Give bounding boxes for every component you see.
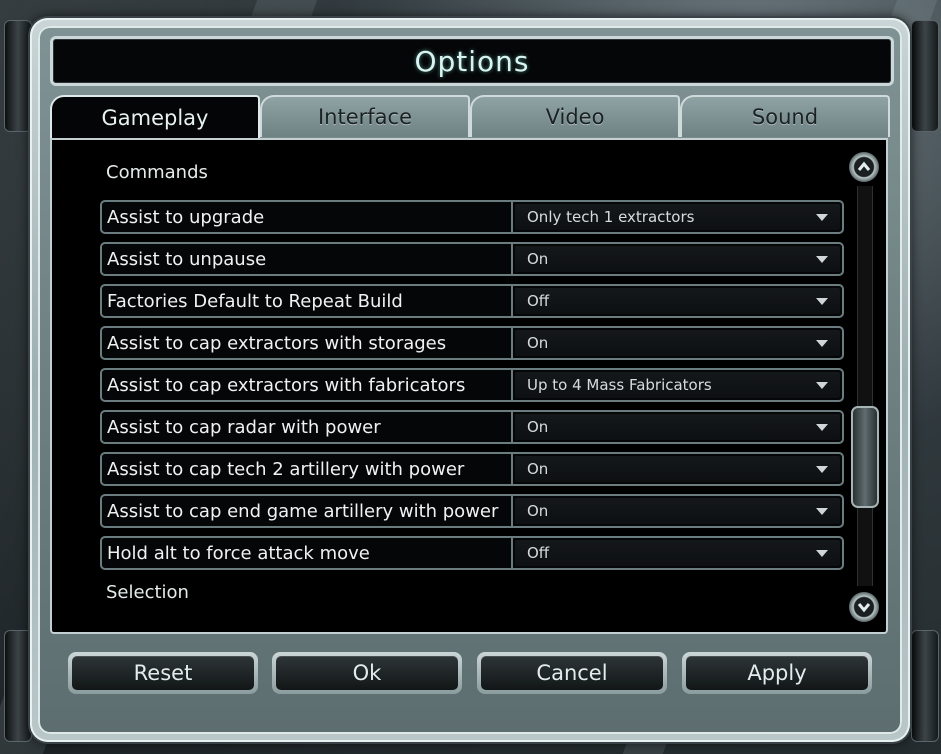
setting-row: Factories Default to Repeat Build Off <box>100 284 844 318</box>
dropdown-value: On <box>527 418 549 436</box>
setting-dropdown[interactable]: Off <box>515 288 840 314</box>
setting-row: Assist to unpause On <box>100 242 844 276</box>
cancel-button-label: Cancel <box>481 656 663 690</box>
caret-down-icon <box>816 381 828 389</box>
caret-down-icon <box>816 423 828 431</box>
setting-row: Assist to cap tech 2 artillery with powe… <box>100 452 844 486</box>
tab-video[interactable]: Video <box>470 95 680 137</box>
tab-bar: Gameplay Interface Video Sound <box>50 95 890 139</box>
setting-label: Assist to cap end game artillery with po… <box>102 496 513 526</box>
tab-sound[interactable]: Sound <box>680 95 890 137</box>
scroll-rail[interactable] <box>857 186 873 586</box>
dialog-footer: Reset Ok Cancel Apply <box>50 640 888 704</box>
setting-label: Assist to cap radar with power <box>102 412 513 442</box>
chevron-down-icon <box>857 603 871 613</box>
frame-bolt-left-top <box>4 20 32 132</box>
setting-label: Assist to cap extractors with storages <box>102 328 513 358</box>
chevron-up-icon <box>857 161 871 171</box>
setting-row: Hold alt to force attack move Off <box>100 536 844 570</box>
apply-button[interactable]: Apply <box>682 652 872 694</box>
dialog-title: Options <box>414 44 530 78</box>
caret-down-icon <box>816 213 828 221</box>
ok-button[interactable]: Ok <box>272 652 462 694</box>
caret-down-icon <box>816 465 828 473</box>
setting-row: Assist to cap radar with power On <box>100 410 844 444</box>
setting-dropdown[interactable]: Off <box>515 540 840 566</box>
setting-label: Hold alt to force attack move <box>102 538 513 568</box>
setting-dropdown[interactable]: On <box>515 246 840 272</box>
dropdown-value: On <box>527 460 549 478</box>
frame-bolt-right-top <box>911 20 939 132</box>
setting-row: Assist to cap extractors with storages O… <box>100 326 844 360</box>
setting-dropdown[interactable]: On <box>515 414 840 440</box>
apply-button-label: Apply <box>686 656 868 690</box>
caret-down-icon <box>816 255 828 263</box>
scroll-thumb[interactable] <box>851 406 879 508</box>
dropdown-value: On <box>527 334 549 352</box>
vertical-scrollbar[interactable] <box>848 152 880 622</box>
dropdown-value: Up to 4 Mass Fabricators <box>527 376 712 394</box>
dropdown-value: Off <box>527 292 550 310</box>
reset-button-label: Reset <box>72 656 254 690</box>
dropdown-value: Off <box>527 544 550 562</box>
setting-label: Assist to cap tech 2 artillery with powe… <box>102 454 513 484</box>
tab-interface[interactable]: Interface <box>260 95 470 137</box>
tab-gameplay[interactable]: Gameplay <box>50 95 260 139</box>
dropdown-value: On <box>527 502 549 520</box>
settings-panel: Commands Assist to upgrade Only tech 1 e… <box>50 138 888 634</box>
dropdown-value: Only tech 1 extractors <box>527 208 695 226</box>
setting-label: Assist to upgrade <box>102 202 513 232</box>
setting-dropdown[interactable]: On <box>515 456 840 482</box>
dropdown-value: On <box>527 250 549 268</box>
setting-label: Assist to cap extractors with fabricator… <box>102 370 513 400</box>
caret-down-icon <box>816 297 828 305</box>
caret-down-icon <box>816 339 828 347</box>
scroll-up-button[interactable] <box>849 152 879 182</box>
setting-row: Assist to cap extractors with fabricator… <box>100 368 844 402</box>
ok-button-label: Ok <box>276 656 458 690</box>
setting-dropdown[interactable]: Only tech 1 extractors <box>515 204 840 230</box>
setting-row: Assist to upgrade Only tech 1 extractors <box>100 200 844 234</box>
setting-dropdown[interactable]: On <box>515 498 840 524</box>
scroll-down-button[interactable] <box>849 592 879 622</box>
reset-button[interactable]: Reset <box>68 652 258 694</box>
section-header-selection: Selection <box>106 582 189 603</box>
caret-down-icon <box>816 507 828 515</box>
frame-bolt-right-bottom <box>911 630 939 742</box>
setting-row: Assist to cap end game artillery with po… <box>100 494 844 528</box>
setting-dropdown[interactable]: Up to 4 Mass Fabricators <box>515 372 840 398</box>
section-header-commands: Commands <box>106 162 208 183</box>
setting-label: Factories Default to Repeat Build <box>102 286 513 316</box>
setting-label: Assist to unpause <box>102 244 513 274</box>
dialog-title-bar: Options <box>50 36 894 86</box>
caret-down-icon <box>816 549 828 557</box>
setting-dropdown[interactable]: On <box>515 330 840 356</box>
cancel-button[interactable]: Cancel <box>477 652 667 694</box>
frame-bolt-left-bottom <box>4 630 32 742</box>
